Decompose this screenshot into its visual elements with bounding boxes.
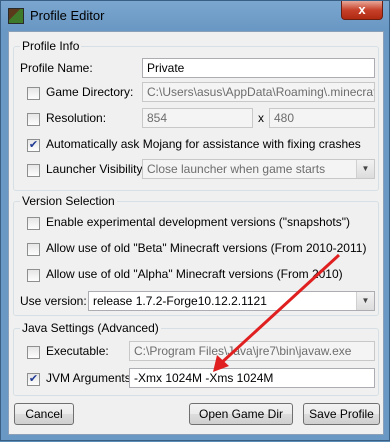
profile-editor-window: Profile Editor x Profile Info Profile Na… xyxy=(0,0,390,441)
checkmark-icon: ✔ xyxy=(28,139,39,151)
jvm-arguments-label: JVM Arguments: xyxy=(46,371,135,385)
executable-label: Executable: xyxy=(46,344,109,358)
beta-label: Allow use of old "Beta" Minecraft versio… xyxy=(46,241,367,255)
dialog-body: Profile Info Profile Name: Private Game … xyxy=(8,31,384,435)
close-button[interactable]: x xyxy=(341,1,383,20)
alpha-label: Allow use of old "Alpha" Minecraft versi… xyxy=(46,267,343,281)
executable-checkbox[interactable] xyxy=(27,346,40,359)
minecraft-grass-block-icon xyxy=(8,8,24,24)
launcher-visibility-dropdown[interactable]: Close launcher when game starts ▼ xyxy=(142,159,375,179)
profile-name-field[interactable]: Private xyxy=(142,58,375,78)
profile-info-group: Profile Info Profile Name: Private Game … xyxy=(13,39,379,191)
launcher-visibility-checkbox[interactable] xyxy=(27,164,40,177)
open-game-dir-button[interactable]: Open Game Dir xyxy=(189,403,293,425)
java-settings-group: Java Settings (Advanced) Executable: C:\… xyxy=(13,321,379,396)
auto-ask-checkbox[interactable]: ✔ xyxy=(27,139,40,152)
cancel-button[interactable]: Cancel xyxy=(14,403,74,425)
resolution-checkbox[interactable] xyxy=(27,113,40,126)
snapshots-checkbox[interactable] xyxy=(27,217,40,230)
game-directory-field[interactable]: C:\Users\asus\AppData\Roaming\.minecraft xyxy=(142,82,375,102)
alpha-checkbox[interactable] xyxy=(27,269,40,282)
jvm-arguments-checkbox[interactable]: ✔ xyxy=(27,373,40,386)
game-directory-label: Game Directory: xyxy=(46,85,134,99)
launcher-visibility-value: Close launcher when game starts xyxy=(147,162,326,176)
version-selection-title: Version Selection xyxy=(20,194,117,208)
resolution-height-field[interactable]: 480 xyxy=(269,108,375,128)
title-bar[interactable]: Profile Editor x xyxy=(1,1,389,31)
chevron-down-icon: ▼ xyxy=(356,292,374,310)
launcher-visibility-label: Launcher Visibility: xyxy=(46,162,146,176)
profile-info-title: Profile Info xyxy=(20,39,82,53)
auto-ask-label: Automatically ask Mojang for assistance … xyxy=(46,137,361,151)
version-selection-group: Version Selection Enable experimental de… xyxy=(13,194,379,316)
resolution-width-field[interactable]: 854 xyxy=(142,108,253,128)
executable-field[interactable]: C:\Program Files\Java\jre7\bin\javaw.exe xyxy=(129,341,375,361)
jvm-arguments-field[interactable]: -Xmx 1024M -Xms 1024M xyxy=(129,368,375,388)
game-directory-checkbox[interactable] xyxy=(27,87,40,100)
resolution-x-label: x xyxy=(258,111,264,125)
window-title: Profile Editor xyxy=(30,8,105,23)
java-settings-title: Java Settings (Advanced) xyxy=(20,321,161,335)
use-version-value: release 1.7.2-Forge10.12.2.1121 xyxy=(93,294,267,308)
save-profile-button[interactable]: Save Profile xyxy=(303,403,380,425)
checkmark-icon: ✔ xyxy=(28,373,39,385)
chevron-down-icon: ▼ xyxy=(356,160,374,178)
profile-name-label: Profile Name: xyxy=(20,61,93,75)
use-version-label: Use version: xyxy=(20,294,87,308)
resolution-label: Resolution: xyxy=(46,111,107,125)
snapshots-label: Enable experimental development versions… xyxy=(46,215,351,229)
use-version-dropdown[interactable]: release 1.7.2-Forge10.12.2.1121 ▼ xyxy=(88,291,375,311)
beta-checkbox[interactable] xyxy=(27,243,40,256)
